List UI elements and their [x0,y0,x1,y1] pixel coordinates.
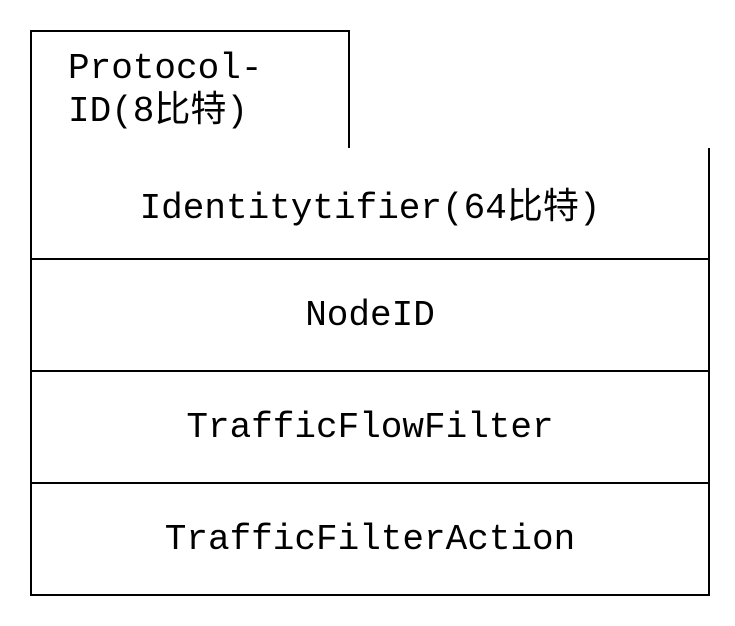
trafficfilteraction-label: TrafficFilterAction [165,519,575,560]
protocol-id-label: Protocol-ID(8比特) [68,47,328,133]
nodeid-label: NodeID [305,295,435,336]
protocol-id-field: Protocol-ID(8比特) [30,30,350,150]
trafficflowfilter-row: TrafficFlowFilter [30,372,710,484]
nodeid-field: NodeID [30,260,710,372]
trafficflowfilter-field: TrafficFlowFilter [30,372,710,484]
identifier-row: Identitytifier(64比特) [30,150,710,260]
header-spacer [350,30,710,150]
trafficfilteraction-field: TrafficFilterAction [30,484,710,596]
identifier-field: Identitytifier(64比特) [30,148,710,260]
identifier-label: Identitytifier(64比特) [140,177,601,229]
header-row: Protocol-ID(8比特) [30,30,710,150]
protocol-structure-diagram: Protocol-ID(8比特) Identitytifier(64比特) No… [30,30,710,596]
trafficflowfilter-label: TrafficFlowFilter [186,407,553,448]
trafficfilteraction-row: TrafficFilterAction [30,484,710,596]
nodeid-row: NodeID [30,260,710,372]
